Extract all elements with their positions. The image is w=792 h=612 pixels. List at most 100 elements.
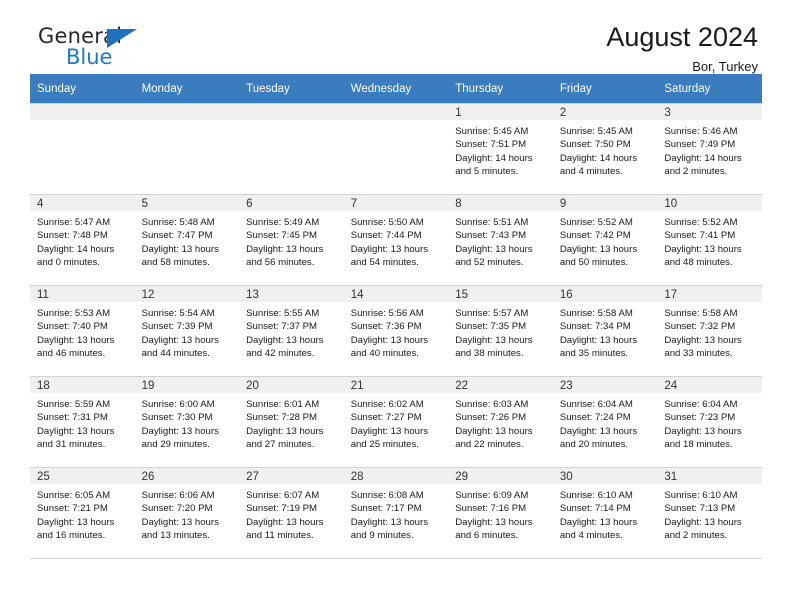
sunrise-time: Sunrise: 6:04 AM xyxy=(664,399,738,410)
day-details: Sunrise: 6:00 AM Sunset: 7:30 PM Daylight:… xyxy=(135,393,240,452)
calendar-day-cell[interactable]: 24 Sunrise: 6:04 AM Sunset: 7:23 PM Dayligh… xyxy=(657,376,762,468)
sunset-time: Sunset: 7:48 PM xyxy=(37,230,108,242)
sunrise-time: Sunrise: 6:06 AM xyxy=(141,490,215,501)
day-details: Sunrise: 6:07 AM Sunset: 7:19 PM Daylight:… xyxy=(239,484,344,543)
day-details: Sunrise: 5:55 AM Sunset: 7:37 PM Daylight:… xyxy=(239,302,344,361)
calendar-day-cell[interactable]: 25 Sunrise: 6:05 AM Sunset: 7:21 PM Dayligh… xyxy=(30,467,135,559)
day-details: Sunrise: 6:09 AM Sunset: 7:16 PM Daylight:… xyxy=(448,484,553,543)
sunset-time: Sunset: 7:17 PM xyxy=(350,503,422,515)
calendar-day-cell[interactable]: 1 Sunrise: 5:45 AM Sunset: 7:51 PM Daylight… xyxy=(448,103,553,195)
calendar-day-cell[interactable]: 30 Sunrise: 6:10 AM Sunset: 7:14 PM Dayligh… xyxy=(552,467,658,559)
daylight-duration-line2: and 27 minutes. xyxy=(246,439,315,451)
calendar-day-cell[interactable]: 13 Sunrise: 5:55 AM Sunset: 7:37 PM Dayligh… xyxy=(239,285,344,377)
daylight-duration-line2: and 25 minutes. xyxy=(350,439,419,451)
day-details: Sunrise: 6:10 AM Sunset: 7:13 PM Daylight:… xyxy=(657,484,762,543)
calendar-grid: Sunday Monday Tuesday Wednesday Thursday… xyxy=(30,74,762,559)
daylight-duration-line1: Daylight: 13 hours xyxy=(455,334,533,346)
daylight-duration-line2: and 38 minutes. xyxy=(455,348,524,360)
daylight-duration-line1: Daylight: 13 hours xyxy=(350,425,429,437)
calendar-day-cell[interactable]: 16 Sunrise: 5:58 AM Sunset: 7:34 PM Dayligh… xyxy=(552,285,658,377)
calendar-day-cell[interactable]: 27 Sunrise: 6:07 AM Sunset: 7:19 PM Dayligh… xyxy=(239,467,344,559)
day-number xyxy=(134,104,240,120)
daylight-duration-line1: Daylight: 13 hours xyxy=(141,243,219,255)
calendar-day-cell[interactable]: 4 Sunrise: 5:47 AM Sunset: 7:48 PM Daylight… xyxy=(30,194,135,286)
calendar-day-cell[interactable]: 18 Sunrise: 5:59 AM Sunset: 7:31 PM Dayligh… xyxy=(30,376,135,468)
day-number: 8 xyxy=(448,195,553,211)
daylight-duration-line1: Daylight: 13 hours xyxy=(350,516,429,528)
day-details: Sunrise: 6:02 AM Sunset: 7:27 PM Daylight:… xyxy=(344,393,449,452)
daylight-duration-line1: Daylight: 13 hours xyxy=(350,243,429,255)
calendar-page: General Blue August 2024 Bor, Turkey Sun… xyxy=(0,0,792,612)
calendar-day-cell[interactable]: 14 Sunrise: 5:56 AM Sunset: 7:36 PM Dayligh… xyxy=(343,285,449,377)
calendar-day-cell[interactable]: 17 Sunrise: 5:58 AM Sunset: 7:32 PM Dayligh… xyxy=(657,285,762,377)
calendar-week-row: 18 Sunrise: 5:59 AM Sunset: 7:31 PM Dayligh… xyxy=(30,376,762,468)
sunrise-time: Sunrise: 6:05 AM xyxy=(37,490,111,501)
daylight-duration-line2: and 31 minutes. xyxy=(37,439,106,451)
day-number: 17 xyxy=(657,286,762,302)
general-blue-logo[interactable]: General Blue xyxy=(38,26,168,74)
sunset-time: Sunset: 7:45 PM xyxy=(246,230,318,242)
day-number: 10 xyxy=(657,195,762,211)
calendar-day-cell[interactable]: 28 Sunrise: 6:08 AM Sunset: 7:17 PM Dayligh… xyxy=(343,467,449,559)
calendar-day-cell[interactable]: 19 Sunrise: 6:00 AM Sunset: 7:30 PM Dayligh… xyxy=(134,376,240,468)
weekday-header-friday: Friday xyxy=(552,74,658,104)
day-details: Sunrise: 5:45 AM Sunset: 7:50 PM Daylight:… xyxy=(553,120,658,179)
calendar-day-cell[interactable]: 21 Sunrise: 6:02 AM Sunset: 7:27 PM Dayligh… xyxy=(343,376,449,468)
day-number: 16 xyxy=(552,286,658,302)
calendar-day-cell[interactable]: 3 Sunrise: 5:46 AM Sunset: 7:49 PM Daylight… xyxy=(657,103,762,195)
daylight-duration-line2: and 11 minutes. xyxy=(246,530,314,542)
daylight-duration-line1: Daylight: 13 hours xyxy=(37,516,115,528)
calendar-day-cell[interactable]: 10 Sunrise: 5:52 AM Sunset: 7:41 PM Dayligh… xyxy=(657,194,762,286)
day-number: 11 xyxy=(30,286,135,302)
daylight-duration-line2: and 2 minutes. xyxy=(664,166,728,178)
day-number: 4 xyxy=(30,195,135,211)
calendar-day-cell[interactable]: 11 Sunrise: 5:53 AM Sunset: 7:40 PM Dayligh… xyxy=(30,285,135,377)
daylight-duration-line2: and 56 minutes. xyxy=(246,257,315,269)
calendar-day-cell[interactable]: 12 Sunrise: 5:54 AM Sunset: 7:39 PM Dayligh… xyxy=(134,285,240,377)
sunset-time: Sunset: 7:35 PM xyxy=(455,321,527,333)
calendar-day-cell[interactable]: 29 Sunrise: 6:09 AM Sunset: 7:16 PM Dayligh… xyxy=(448,467,553,559)
daylight-duration-line1: Daylight: 13 hours xyxy=(664,243,742,255)
sunset-time: Sunset: 7:41 PM xyxy=(664,230,736,242)
daylight-duration-line2: and 40 minutes. xyxy=(350,348,419,360)
daylight-duration-line1: Daylight: 13 hours xyxy=(246,243,324,255)
day-details: Sunrise: 5:57 AM Sunset: 7:35 PM Daylight:… xyxy=(448,302,553,361)
day-details: Sunrise: 5:49 AM Sunset: 7:45 PM Daylight:… xyxy=(239,211,344,270)
calendar-day-cell[interactable]: 9 Sunrise: 5:52 AM Sunset: 7:42 PM Daylight… xyxy=(552,194,658,286)
day-number xyxy=(239,104,344,120)
sunset-time: Sunset: 7:32 PM xyxy=(664,321,736,333)
daylight-duration-line1: Daylight: 13 hours xyxy=(559,334,638,346)
day-number: 14 xyxy=(343,286,449,302)
calendar-day-cell[interactable]: 26 Sunrise: 6:06 AM Sunset: 7:20 PM Dayligh… xyxy=(134,467,240,559)
day-number: 2 xyxy=(552,104,658,120)
calendar-day-cell[interactable]: 5 Sunrise: 5:48 AM Sunset: 7:47 PM Daylight… xyxy=(134,194,240,286)
calendar-day-cell[interactable]: 8 Sunrise: 5:51 AM Sunset: 7:43 PM Daylight… xyxy=(448,194,553,286)
sunset-time: Sunset: 7:43 PM xyxy=(455,230,527,242)
day-details: Sunrise: 5:45 AM Sunset: 7:51 PM Daylight:… xyxy=(448,120,553,179)
daylight-duration-line1: Daylight: 13 hours xyxy=(141,516,219,528)
sunset-time: Sunset: 7:13 PM xyxy=(664,503,736,515)
calendar-day-cell[interactable]: 31 Sunrise: 6:10 AM Sunset: 7:13 PM Dayligh… xyxy=(657,467,762,559)
sunrise-time: Sunrise: 5:47 AM xyxy=(37,217,111,228)
weekday-header-monday: Monday xyxy=(134,74,240,104)
day-details: Sunrise: 5:58 AM Sunset: 7:34 PM Daylight:… xyxy=(553,302,658,361)
sunrise-time: Sunrise: 6:01 AM xyxy=(246,399,320,410)
sunset-time: Sunset: 7:26 PM xyxy=(455,412,527,424)
calendar-day-cell[interactable]: 23 Sunrise: 6:04 AM Sunset: 7:24 PM Dayligh… xyxy=(552,376,658,468)
sunrise-time: Sunrise: 5:52 AM xyxy=(664,217,738,228)
daylight-duration-line2: and 13 minutes. xyxy=(141,530,210,542)
daylight-duration-line2: and 44 minutes. xyxy=(141,348,210,360)
weekday-header-sunday: Sunday xyxy=(30,74,135,104)
calendar-day-cell[interactable]: 6 Sunrise: 5:49 AM Sunset: 7:45 PM Daylight… xyxy=(239,194,344,286)
sunset-time: Sunset: 7:31 PM xyxy=(37,412,108,424)
calendar-day-cell[interactable]: 15 Sunrise: 5:57 AM Sunset: 7:35 PM Dayligh… xyxy=(448,285,553,377)
calendar-day-cell[interactable]: 20 Sunrise: 6:01 AM Sunset: 7:28 PM Dayligh… xyxy=(239,376,344,468)
daylight-duration-line2: and 29 minutes. xyxy=(141,439,210,451)
calendar-day-cell[interactable]: 22 Sunrise: 6:03 AM Sunset: 7:26 PM Dayligh… xyxy=(448,376,553,468)
calendar-day-cell[interactable]: 7 Sunrise: 5:50 AM Sunset: 7:44 PM Daylight… xyxy=(343,194,449,286)
calendar-day-cell[interactable]: 2 Sunrise: 5:45 AM Sunset: 7:50 PM Daylight… xyxy=(552,103,658,195)
sunset-time: Sunset: 7:47 PM xyxy=(141,230,213,242)
day-number: 13 xyxy=(239,286,344,302)
calendar-week-row: 25 Sunrise: 6:05 AM Sunset: 7:21 PM Dayligh… xyxy=(30,467,762,559)
sunset-time: Sunset: 7:30 PM xyxy=(141,412,213,424)
